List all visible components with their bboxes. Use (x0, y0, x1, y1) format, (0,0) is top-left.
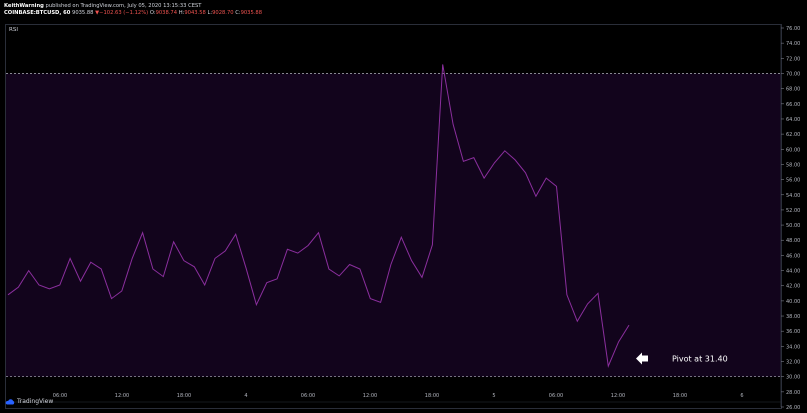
tradingview-cloud-icon (5, 398, 15, 404)
y-tick-label: 66.00 (786, 102, 800, 108)
x-tick-label: 18:00 (673, 393, 687, 399)
x-tick-label: 06:00 (301, 393, 315, 399)
y-tick-label: 70.00 (786, 71, 800, 77)
y-tick-label: 52.00 (786, 208, 800, 214)
y-tick-label: 48.00 (786, 238, 800, 244)
y-tick-label: 72.00 (786, 56, 800, 62)
y-tick-label: 44.00 (786, 269, 800, 275)
y-tick-label: 36.00 (786, 329, 800, 335)
x-tick-label: 6 (740, 393, 743, 399)
x-tick-label: 12:00 (611, 393, 625, 399)
x-tick-label: 06:00 (549, 393, 563, 399)
chart-window: KeithWarning published on TradingView.co… (0, 0, 807, 413)
x-tick-label: 4 (244, 393, 247, 399)
y-tick-label: 40.00 (786, 299, 800, 305)
y-tick-label: 54.00 (786, 193, 800, 199)
y-tick-label: 26.00 (786, 405, 800, 411)
y-tick-label: 60.00 (786, 147, 800, 153)
rsi-chart[interactable]: 76.00 74.00 72.00 70.00 68.00 66.00 64.00 62.00… (0, 0, 807, 413)
x-tick-label: 12:00 (115, 393, 129, 399)
y-tick-label: 74.00 (786, 41, 800, 47)
y-tick-label: 62.00 (786, 132, 800, 138)
y-tick-label: 32.00 (786, 360, 800, 366)
tradingview-brand[interactable]: TradingView (17, 398, 53, 405)
y-tick-label: 42.00 (786, 284, 800, 290)
y-tick-label: 28.00 (786, 390, 800, 396)
y-tick-label: 46.00 (786, 253, 800, 259)
y-tick-label: 58.00 (786, 162, 800, 168)
footer: TradingView (5, 398, 53, 405)
y-tick-label: 76.00 (786, 26, 800, 32)
x-tick-label: 18:00 (425, 393, 439, 399)
pivot-annotation[interactable]: Pivot at 31.40 (672, 354, 728, 363)
y-tick-label: 56.00 (786, 178, 800, 184)
x-tick-label: 18:00 (177, 393, 191, 399)
rsi-band (6, 73, 781, 377)
x-tick-label: 5 (492, 393, 495, 399)
y-tick-label: 50.00 (786, 223, 800, 229)
y-tick-label: 68.00 (786, 87, 800, 93)
y-tick-label: 64.00 (786, 117, 800, 123)
x-tick-label: 06:00 (53, 393, 67, 399)
y-tick-label: 30.00 (786, 375, 800, 381)
x-tick-label: 12:00 (363, 393, 377, 399)
y-tick-label: 34.00 (786, 344, 800, 350)
y-tick-label: 38.00 (786, 314, 800, 320)
